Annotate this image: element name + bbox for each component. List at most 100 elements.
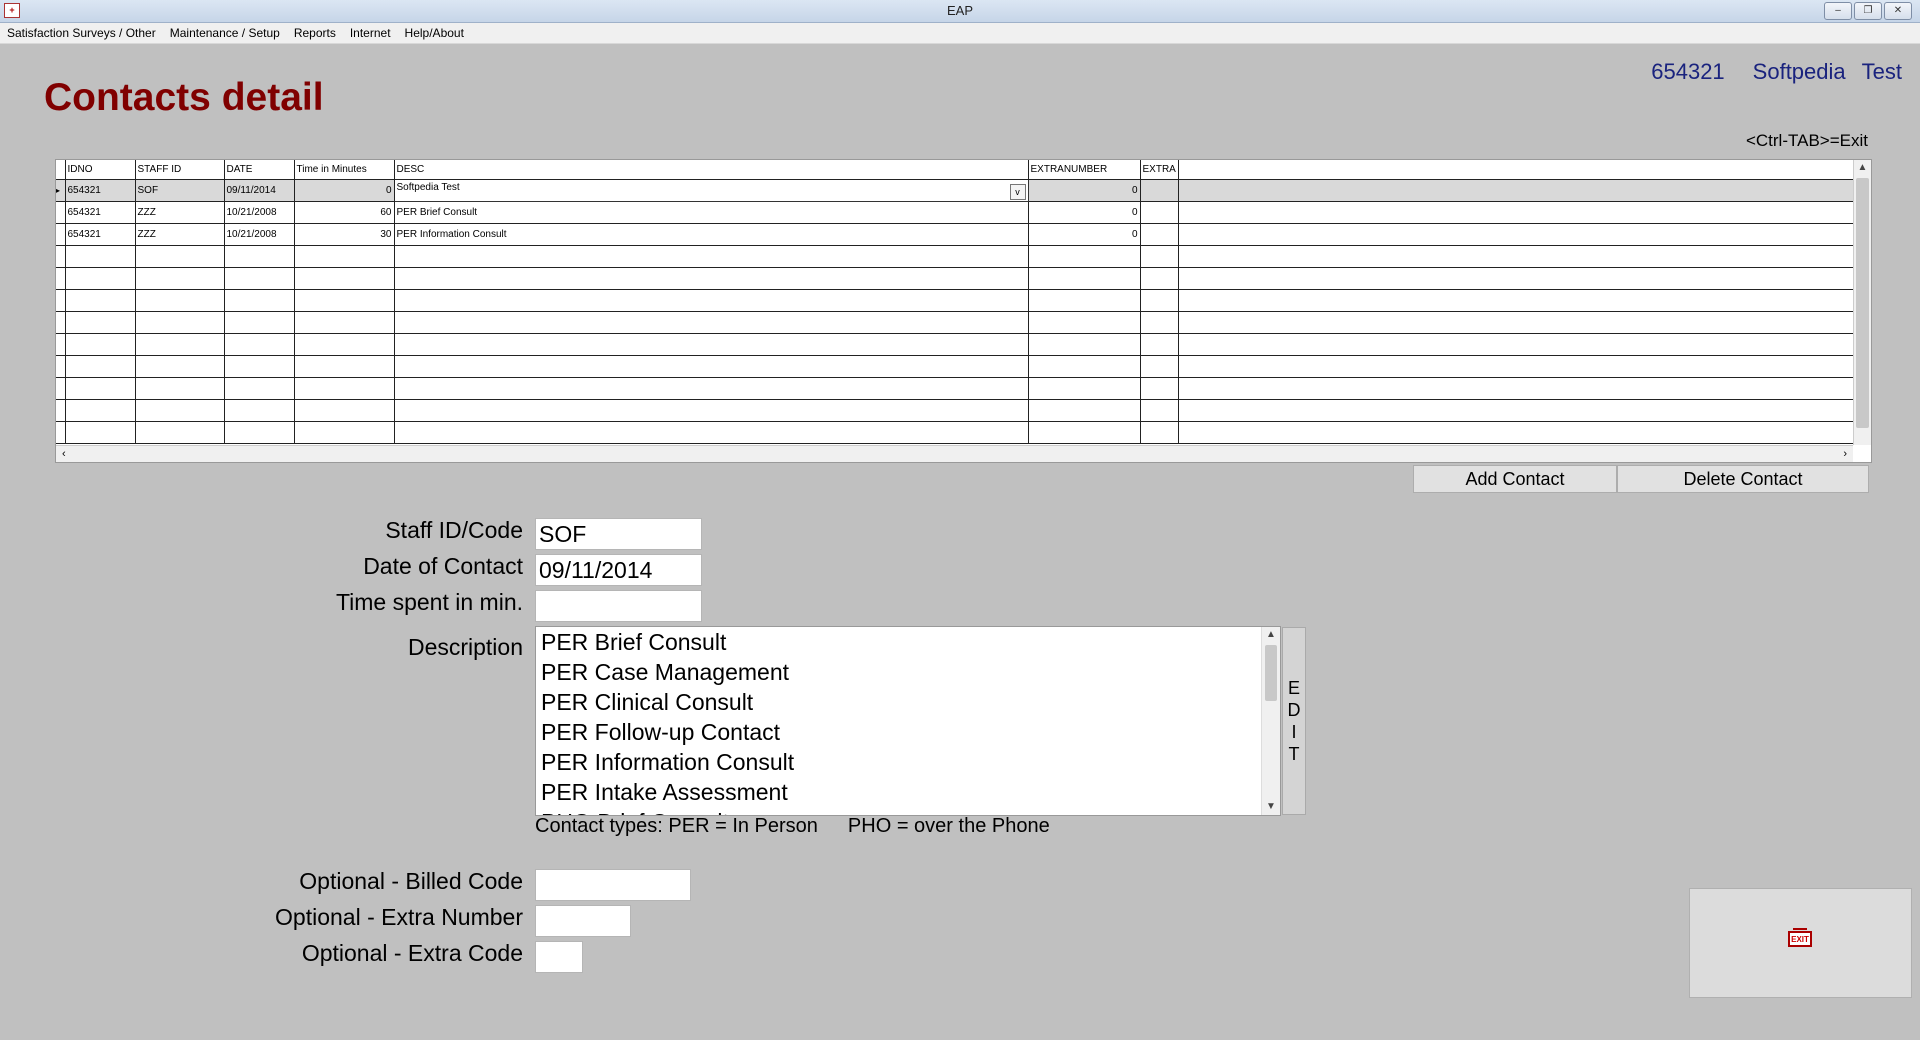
empty-cell[interactable] <box>394 289 1029 312</box>
table-row[interactable]: 654321 ZZZ 10/21/2008 60 PER Brief Consu… <box>56 201 1861 224</box>
empty-cell[interactable] <box>394 399 1029 422</box>
empty-cell[interactable] <box>1140 267 1179 290</box>
empty-cell[interactable] <box>1028 333 1141 356</box>
col-header-date[interactable]: DATE <box>224 160 295 180</box>
col-header-desc[interactable]: DESC <box>394 160 1029 180</box>
listbox-scrollbar[interactable]: ▲ ▼ <box>1261 627 1280 815</box>
empty-cell[interactable] <box>294 355 395 378</box>
minimize-button[interactable]: – <box>1824 2 1852 20</box>
staff-id-field[interactable] <box>535 518 702 550</box>
empty-cell[interactable] <box>294 399 395 422</box>
col-header-idno[interactable]: IDNO <box>65 160 136 180</box>
cell-desc[interactable]: PER Information Consult <box>394 223 1029 246</box>
empty-cell[interactable] <box>294 289 395 312</box>
cell-extranumber[interactable]: 0 <box>1028 223 1141 246</box>
list-item[interactable]: PER Information Consult <box>536 747 1280 777</box>
empty-cell[interactable] <box>224 311 295 334</box>
close-button[interactable]: ✕ <box>1884 2 1912 20</box>
col-header-time[interactable]: Time in Minutes <box>294 160 395 180</box>
empty-cell[interactable] <box>65 399 136 422</box>
cell-extranumber[interactable]: 0 <box>1028 179 1141 202</box>
cell-staff-id[interactable]: ZZZ <box>135 201 225 224</box>
empty-cell[interactable] <box>65 267 136 290</box>
row-selector[interactable] <box>56 289 66 312</box>
empty-cell[interactable] <box>294 421 395 444</box>
empty-cell[interactable] <box>1028 311 1141 334</box>
empty-cell[interactable] <box>224 399 295 422</box>
empty-cell[interactable] <box>294 267 395 290</box>
empty-cell[interactable] <box>1028 289 1141 312</box>
exit-button[interactable]: EXIT <box>1689 888 1912 998</box>
extra-code-field[interactable] <box>535 941 583 973</box>
scroll-thumb[interactable] <box>1856 178 1869 428</box>
billed-code-field[interactable] <box>535 869 691 901</box>
list-item[interactable]: PER Follow-up Contact <box>536 717 1280 747</box>
empty-cell[interactable] <box>294 333 395 356</box>
table-row-empty[interactable] <box>56 399 1861 422</box>
list-item[interactable]: PER Case Management <box>536 657 1280 687</box>
empty-cell[interactable] <box>135 267 225 290</box>
add-contact-button[interactable]: Add Contact <box>1413 465 1617 493</box>
row-selector[interactable] <box>56 267 66 290</box>
empty-cell[interactable] <box>135 311 225 334</box>
cell-desc-dropdown[interactable]: v Softpedia Test <box>393 179 1029 202</box>
empty-cell[interactable] <box>1140 289 1179 312</box>
empty-cell[interactable] <box>1140 355 1179 378</box>
empty-cell[interactable] <box>224 377 295 400</box>
extra-number-field[interactable] <box>535 905 631 937</box>
col-header-staff-id[interactable]: STAFF ID <box>135 160 225 180</box>
empty-cell[interactable] <box>224 421 295 444</box>
menu-help-about[interactable]: Help/About <box>398 23 471 43</box>
menu-reports[interactable]: Reports <box>287 23 343 43</box>
menu-internet[interactable]: Internet <box>343 23 398 43</box>
dropdown-arrow-icon[interactable]: v <box>1009 183 1026 200</box>
cell-date[interactable]: 10/21/2008 <box>224 201 295 224</box>
cell-desc[interactable]: PER Brief Consult <box>394 201 1029 224</box>
grid-vertical-scrollbar[interactable]: ▲ <box>1853 160 1871 445</box>
empty-cell[interactable] <box>224 245 295 268</box>
list-item[interactable]: PER Clinical Consult <box>536 687 1280 717</box>
empty-cell[interactable] <box>135 421 225 444</box>
cell-extranumber[interactable]: 0 <box>1028 201 1141 224</box>
empty-cell[interactable] <box>1028 377 1141 400</box>
menu-maintenance-setup[interactable]: Maintenance / Setup <box>163 23 287 43</box>
empty-cell[interactable] <box>394 377 1029 400</box>
scroll-thumb[interactable] <box>1265 645 1277 701</box>
empty-cell[interactable] <box>135 245 225 268</box>
empty-cell[interactable] <box>1140 311 1179 334</box>
empty-cell[interactable] <box>1140 421 1179 444</box>
row-selector[interactable] <box>56 355 66 378</box>
empty-cell[interactable] <box>135 377 225 400</box>
empty-cell[interactable] <box>294 377 395 400</box>
table-row-empty[interactable] <box>56 377 1861 400</box>
empty-cell[interactable] <box>65 289 136 312</box>
row-selector[interactable] <box>56 421 66 444</box>
cell-idno[interactable]: 654321 <box>65 201 136 224</box>
table-row-empty[interactable] <box>56 333 1861 356</box>
empty-cell[interactable] <box>224 333 295 356</box>
cell-extra[interactable] <box>1140 179 1179 202</box>
empty-cell[interactable] <box>1140 377 1179 400</box>
cell-staff-id[interactable]: ZZZ <box>135 223 225 246</box>
scroll-left-icon[interactable]: ‹ <box>62 446 66 462</box>
row-selector[interactable] <box>56 201 66 224</box>
cell-extra[interactable] <box>1140 223 1179 246</box>
empty-cell[interactable] <box>394 245 1029 268</box>
empty-cell[interactable] <box>394 333 1029 356</box>
edit-description-button[interactable]: E D I T <box>1282 627 1306 815</box>
menu-satisfaction-surveys[interactable]: Satisfaction Surveys / Other <box>0 23 163 43</box>
empty-cell[interactable] <box>1140 399 1179 422</box>
empty-cell[interactable] <box>65 355 136 378</box>
empty-cell[interactable] <box>1028 399 1141 422</box>
date-of-contact-field[interactable] <box>535 554 702 586</box>
empty-cell[interactable] <box>65 245 136 268</box>
time-spent-field[interactable] <box>535 590 702 622</box>
row-selector[interactable] <box>56 311 66 334</box>
empty-cell[interactable] <box>135 355 225 378</box>
empty-cell[interactable] <box>394 267 1029 290</box>
row-selector[interactable] <box>56 399 66 422</box>
empty-cell[interactable] <box>135 399 225 422</box>
empty-cell[interactable] <box>1028 267 1141 290</box>
cell-time[interactable]: 0 <box>294 179 395 202</box>
list-item[interactable]: PER Intake Assessment <box>536 777 1280 807</box>
